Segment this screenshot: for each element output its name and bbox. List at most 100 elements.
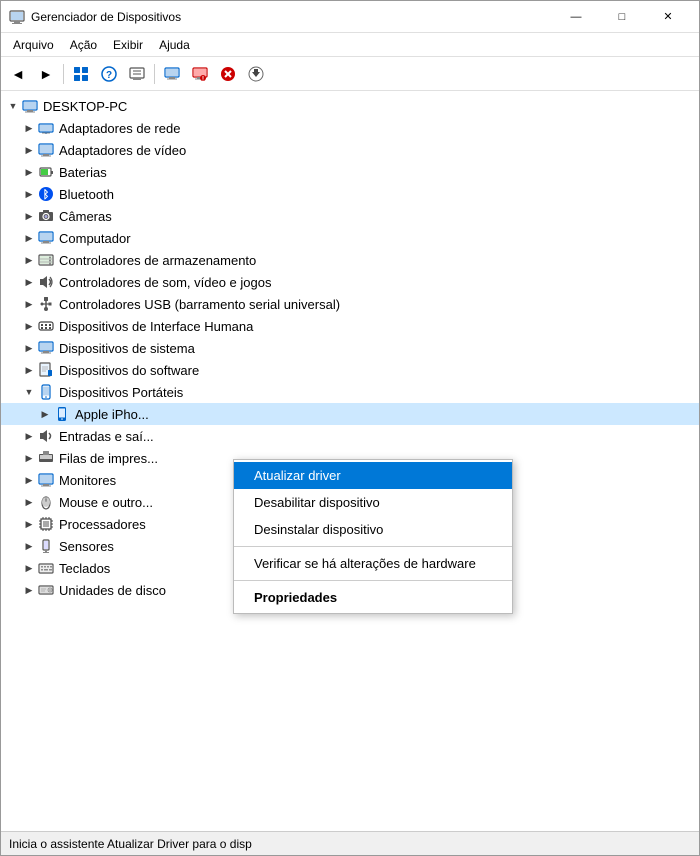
filas-icon <box>37 449 55 467</box>
svg-text:?: ? <box>106 70 112 81</box>
ctrl-arm-expander[interactable]: ▶ <box>21 252 37 268</box>
hid-label: Dispositivos de Interface Humana <box>59 319 253 334</box>
title-bar: Gerenciador de Dispositivos — □ ✕ <box>1 1 699 33</box>
tree-item-computador[interactable]: ▶ Computador <box>1 227 699 249</box>
portateis-icon <box>37 383 55 401</box>
content-area: ▼ DESKTOP-PC ▶ <box>1 91 699 831</box>
maximize-button[interactable]: □ <box>599 4 645 30</box>
sistema-expander[interactable]: ▶ <box>21 340 37 356</box>
hid-expander[interactable]: ▶ <box>21 318 37 334</box>
menu-exibir[interactable]: Exibir <box>105 33 151 56</box>
sistema-icon <box>37 339 55 357</box>
computador-expander[interactable]: ▶ <box>21 230 37 246</box>
monitores-icon <box>37 471 55 489</box>
entradas-expander[interactable]: ▶ <box>21 428 37 444</box>
adaptadores-rede-icon <box>37 119 55 137</box>
sensores-icon <box>37 537 55 555</box>
minimize-button[interactable]: — <box>553 4 599 30</box>
ctx-separator <box>234 546 512 547</box>
mouse-icon <box>37 493 55 511</box>
adaptadores-video-icon <box>37 141 55 159</box>
cameras-icon <box>37 207 55 225</box>
tree-item-apple-iphone[interactable]: ▶ Apple iPho... <box>1 403 699 425</box>
computer-button[interactable] <box>159 61 185 87</box>
entradas-label: Entradas e saí... <box>59 429 154 444</box>
help-button[interactable]: ? <box>96 61 122 87</box>
menu-arquivo[interactable]: Arquivo <box>5 33 62 56</box>
status-text: Inicia o assistente Atualizar Driver par… <box>9 837 252 851</box>
tree-item-cameras[interactable]: ▶ Câmeras <box>1 205 699 227</box>
sensores-expander[interactable]: ▶ <box>21 538 37 554</box>
ctx-verificar-alteracoes[interactable]: Verificar se há alterações de hardware <box>234 550 512 577</box>
adaptadores-video-expander[interactable]: ▶ <box>21 142 37 158</box>
computador-label: Computador <box>59 231 131 246</box>
menu-ajuda[interactable]: Ajuda <box>151 33 198 56</box>
adaptadores-rede-label: Adaptadores de rede <box>59 121 180 136</box>
portateis-expander[interactable]: ▼ <box>21 384 37 400</box>
disco-icon <box>37 581 55 599</box>
menu-bar: Arquivo Ação Exibir Ajuda <box>1 33 699 57</box>
app-icon <box>9 9 25 25</box>
tree-item-entradas-saidas[interactable]: ▶ Entradas e saí... <box>1 425 699 447</box>
bluetooth-expander[interactable]: ▶ <box>21 186 37 202</box>
scan-icon: ! <box>192 66 208 82</box>
tree-item-sistema[interactable]: ▶ Dispositivos de sistema <box>1 337 699 359</box>
proc-label: Processadores <box>59 517 146 532</box>
toolbar-separator-1 <box>63 64 64 84</box>
console-icon <box>129 66 145 82</box>
scan-button[interactable]: ! <box>187 61 213 87</box>
close-button[interactable]: ✕ <box>645 4 691 30</box>
title-bar-controls: — □ ✕ <box>553 4 691 30</box>
toolbar-separator-2 <box>154 64 155 84</box>
ctrl-som-icon <box>37 273 55 291</box>
tree-item-portateis[interactable]: ▼ Dispositivos Portáteis <box>1 381 699 403</box>
uninstall-button[interactable] <box>215 61 241 87</box>
back-button[interactable]: ◄ <box>5 61 31 87</box>
cameras-expander[interactable]: ▶ <box>21 208 37 224</box>
tree-root[interactable]: ▼ DESKTOP-PC <box>1 95 699 117</box>
disco-expander[interactable]: ▶ <box>21 582 37 598</box>
device-manager-window: Gerenciador de Dispositivos — □ ✕ Arquiv… <box>0 0 700 856</box>
update-button[interactable] <box>243 61 269 87</box>
teclados-expander[interactable]: ▶ <box>21 560 37 576</box>
computador-icon <box>37 229 55 247</box>
baterias-expander[interactable]: ▶ <box>21 164 37 180</box>
tree-item-baterias[interactable]: ▶ Baterias <box>1 161 699 183</box>
ctrl-som-expander[interactable]: ▶ <box>21 274 37 290</box>
software-expander[interactable]: ▶ <box>21 362 37 378</box>
tree-item-controladores-som[interactable]: ▶ Controladores de som, vídeo e jogos <box>1 271 699 293</box>
tree-item-controladores-usb[interactable]: ▶ Controladores USB (barramento serial u… <box>1 293 699 315</box>
proc-expander[interactable]: ▶ <box>21 516 37 532</box>
ctx-atualizar-driver[interactable]: Atualizar driver <box>234 462 512 489</box>
disco-label: Unidades de disco <box>59 583 166 598</box>
tree-item-adaptadores-rede[interactable]: ▶ Adaptadores de rede <box>1 117 699 139</box>
show-console-button[interactable] <box>124 61 150 87</box>
iphone-expander[interactable]: ▶ <box>37 406 53 422</box>
ctx-propriedades[interactable]: Propriedades <box>234 584 512 611</box>
menu-acao[interactable]: Ação <box>62 33 105 56</box>
filas-expander[interactable]: ▶ <box>21 450 37 466</box>
root-icon <box>21 97 39 115</box>
bluetooth-icon: ᛒ <box>37 185 55 203</box>
ctrl-usb-expander[interactable]: ▶ <box>21 296 37 312</box>
mouse-expander[interactable]: ▶ <box>21 494 37 510</box>
monitores-label: Monitores <box>59 473 116 488</box>
monitores-expander[interactable]: ▶ <box>21 472 37 488</box>
forward-button[interactable]: ► <box>33 61 59 87</box>
properties-button[interactable] <box>68 61 94 87</box>
computer-icon <box>164 66 180 82</box>
tree-item-controladores-armazenamento[interactable]: ▶ Controladores de armazenamento <box>1 249 699 271</box>
tree-item-software[interactable]: ▶ Dispositivos do software <box>1 359 699 381</box>
forward-icon: ► <box>39 66 53 82</box>
teclados-label: Teclados <box>59 561 110 576</box>
tree-item-bluetooth[interactable]: ▶ ᛒ Bluetooth <box>1 183 699 205</box>
filas-label: Filas de impres... <box>59 451 158 466</box>
ctx-desinstalar-dispositivo[interactable]: Desinstalar dispositivo <box>234 516 512 543</box>
software-label: Dispositivos do software <box>59 363 199 378</box>
root-expander[interactable]: ▼ <box>5 98 21 114</box>
tree-item-hid[interactable]: ▶ Dispositivos de Interface Humana <box>1 315 699 337</box>
hid-icon <box>37 317 55 335</box>
ctx-desabilitar-dispositivo[interactable]: Desabilitar dispositivo <box>234 489 512 516</box>
adaptadores-rede-expander[interactable]: ▶ <box>21 120 37 136</box>
tree-item-adaptadores-video[interactable]: ▶ Adaptadores de vídeo <box>1 139 699 161</box>
